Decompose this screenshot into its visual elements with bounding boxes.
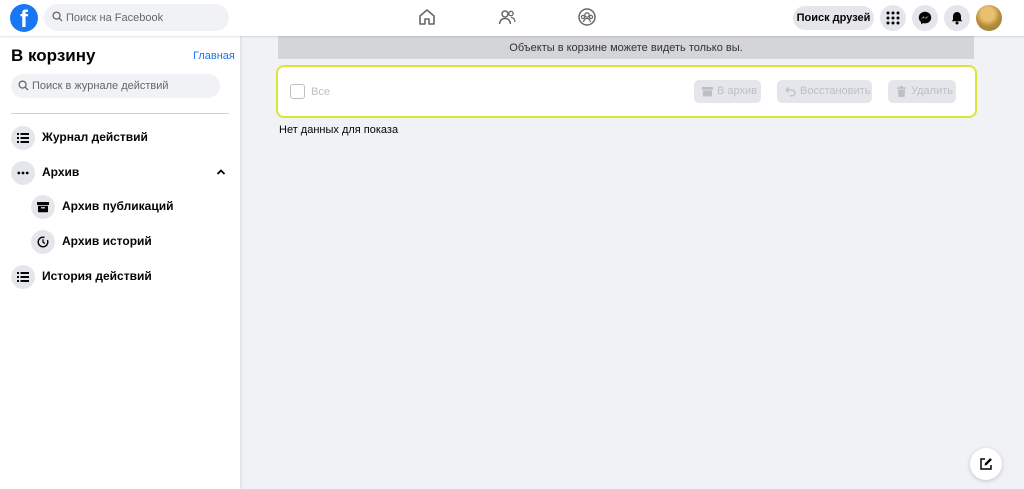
bulk-actions-toolbar: Все В архив Восстановить Удалить bbox=[276, 65, 977, 118]
facebook-logo-letter: f bbox=[20, 6, 28, 33]
empty-state-message: Нет данных для показа bbox=[279, 124, 399, 136]
messenger-icon bbox=[918, 11, 932, 25]
facebook-search[interactable] bbox=[44, 4, 229, 31]
search-icon bbox=[52, 11, 63, 22]
friends-icon[interactable] bbox=[497, 7, 517, 27]
notifications-button[interactable] bbox=[944, 5, 970, 31]
sidebar-item-label: Архив публикаций bbox=[62, 199, 174, 213]
list-icon bbox=[11, 126, 35, 150]
grid-menu-icon bbox=[886, 11, 900, 25]
facebook-search-input[interactable] bbox=[66, 4, 226, 31]
menu-button[interactable] bbox=[880, 5, 906, 31]
sidebar-item-posts-archive[interactable]: Архив публикаций bbox=[26, 191, 234, 223]
home-link[interactable]: Главная bbox=[193, 50, 235, 62]
select-all-checkbox[interactable] bbox=[290, 84, 305, 99]
privacy-banner: Объекты в корзине можете видеть только в… bbox=[278, 36, 974, 59]
find-friends-button[interactable]: Поиск друзей bbox=[793, 6, 874, 30]
list-icon bbox=[11, 265, 35, 289]
archive-box-icon bbox=[31, 195, 55, 219]
activity-log-sidebar: В корзину Главная Журнал действий Архив … bbox=[0, 36, 240, 489]
sidebar-item-label: Журнал действий bbox=[42, 130, 148, 144]
new-message-button[interactable] bbox=[970, 448, 1002, 480]
archive-box-icon bbox=[702, 86, 713, 97]
sidebar-item-label: Архив историй bbox=[62, 234, 152, 248]
sidebar-item-label: Архив bbox=[42, 165, 80, 179]
archive-button-label: В архив bbox=[717, 85, 757, 97]
restore-button[interactable]: Восстановить bbox=[777, 80, 872, 103]
facebook-logo[interactable]: f bbox=[10, 4, 38, 33]
bell-icon bbox=[951, 12, 963, 25]
groups-icon[interactable] bbox=[577, 7, 597, 27]
undo-icon bbox=[785, 86, 796, 97]
sidebar-item-activity-history[interactable]: История действий bbox=[6, 261, 234, 293]
sidebar-item-activity-log[interactable]: Журнал действий bbox=[6, 122, 234, 154]
profile-avatar[interactable] bbox=[976, 5, 1002, 31]
trash-icon bbox=[896, 86, 907, 97]
delete-button-label: Удалить bbox=[911, 85, 953, 97]
compose-icon bbox=[980, 458, 992, 470]
activity-log-search-input[interactable] bbox=[32, 74, 217, 98]
search-icon bbox=[18, 80, 29, 91]
page-title: В корзину bbox=[11, 46, 96, 65]
top-navigation-bar: f Поиск друзей bbox=[0, 0, 1024, 36]
sidebar-item-archive[interactable]: Архив bbox=[6, 157, 234, 189]
activity-log-search[interactable] bbox=[11, 74, 220, 98]
delete-button[interactable]: Удалить bbox=[888, 80, 956, 103]
sidebar-item-label: История действий bbox=[42, 269, 152, 283]
chevron-up-icon[interactable] bbox=[216, 167, 226, 177]
clock-history-icon bbox=[31, 230, 55, 254]
restore-button-label: Восстановить bbox=[800, 85, 871, 97]
archive-button[interactable]: В архив bbox=[694, 80, 761, 103]
more-icon bbox=[11, 161, 35, 185]
home-icon[interactable] bbox=[417, 7, 437, 27]
sidebar-item-stories-archive[interactable]: Архив историй bbox=[26, 226, 234, 258]
sidebar-divider bbox=[11, 113, 229, 114]
messenger-button[interactable] bbox=[912, 5, 938, 31]
select-all-label[interactable]: Все bbox=[311, 86, 330, 98]
